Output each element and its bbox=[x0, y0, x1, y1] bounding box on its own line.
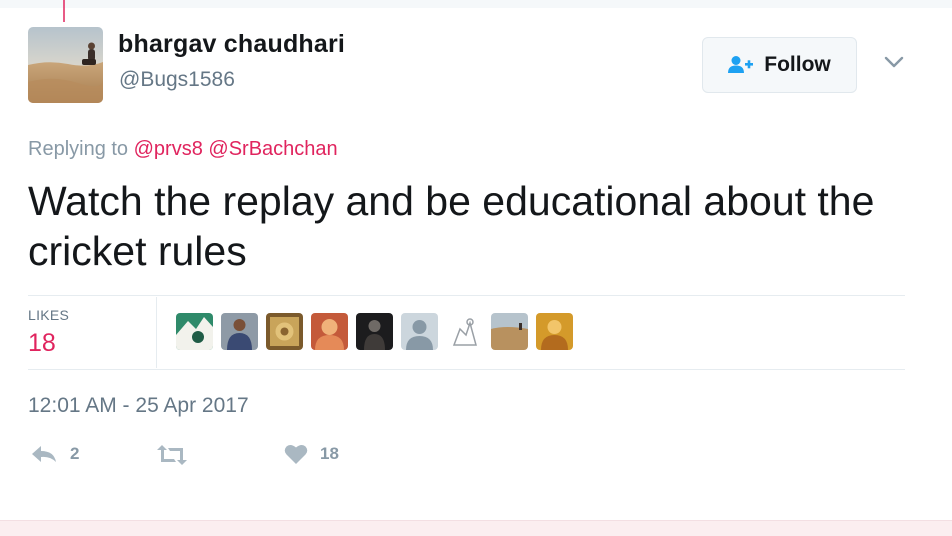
replying-to-line: Replying to @prvs8 @SrBachchan bbox=[28, 138, 338, 161]
stats-bottom-divider bbox=[28, 369, 905, 370]
thread-connector-line bbox=[63, 0, 65, 22]
heart-icon bbox=[284, 444, 308, 464]
reply-count: 2 bbox=[70, 444, 80, 463]
tweet-text: Watch the replay and be educational abou… bbox=[28, 178, 875, 274]
chevron-down-icon[interactable] bbox=[882, 52, 906, 72]
tweet-timestamp[interactable]: 12:01 AM - 25 Apr 2017 bbox=[28, 394, 249, 418]
next-tweet-strip bbox=[0, 520, 952, 536]
liker-avatars bbox=[176, 313, 573, 350]
liker-avatar-3[interactable] bbox=[266, 313, 303, 350]
follow-button-label: Follow bbox=[764, 53, 831, 76]
retweet-button[interactable] bbox=[155, 443, 201, 467]
like-button[interactable]: 18 bbox=[284, 443, 339, 465]
reply-button[interactable]: 2 bbox=[30, 443, 79, 465]
liker-avatar-8[interactable] bbox=[491, 313, 528, 350]
retweet-icon bbox=[157, 445, 187, 465]
mention-link[interactable]: @prvs8 bbox=[134, 138, 203, 160]
author-username[interactable]: @Bugs1586 bbox=[119, 68, 235, 92]
liker-avatar-5[interactable] bbox=[356, 313, 393, 350]
liker-avatar-1[interactable] bbox=[176, 313, 213, 350]
follow-button[interactable]: Follow bbox=[702, 37, 857, 93]
like-count: 18 bbox=[320, 444, 339, 463]
mention-link[interactable]: @SrBachchan bbox=[208, 138, 337, 160]
replying-prefix: Replying to bbox=[28, 138, 129, 160]
reply-icon bbox=[32, 446, 56, 462]
stats-top-divider bbox=[28, 295, 905, 296]
liker-avatar-4[interactable] bbox=[311, 313, 348, 350]
likes-count[interactable]: 18 bbox=[28, 329, 56, 358]
previous-tweet-strip bbox=[0, 0, 952, 8]
liker-avatar-6[interactable] bbox=[401, 313, 438, 350]
liker-avatar-2[interactable] bbox=[221, 313, 258, 350]
likes-label: LIKES bbox=[28, 307, 70, 323]
liker-avatar-7[interactable] bbox=[446, 313, 483, 350]
liker-avatar-9[interactable] bbox=[536, 313, 573, 350]
author-fullname[interactable]: bhargav chaudhari bbox=[118, 30, 345, 59]
stats-vertical-divider bbox=[156, 297, 157, 368]
add-user-icon bbox=[728, 56, 754, 73]
author-avatar[interactable] bbox=[28, 27, 103, 103]
